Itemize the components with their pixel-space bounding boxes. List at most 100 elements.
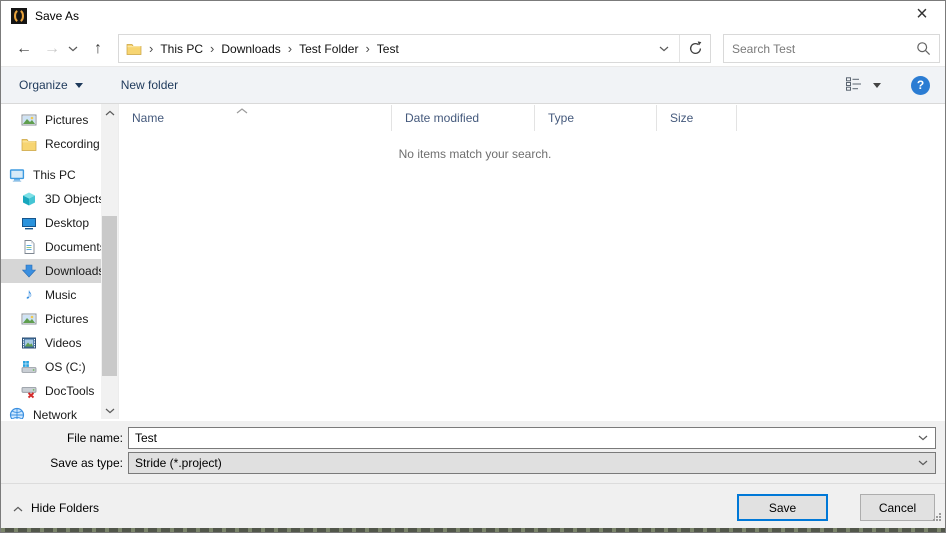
sidebar-item-label: Desktop	[45, 216, 89, 230]
change-view-button[interactable]	[846, 77, 881, 94]
breadcrumb-segment-test-folder[interactable]: Test Folder	[299, 42, 358, 56]
organize-button[interactable]: Organize	[11, 73, 91, 97]
sidebar-item-os-c[interactable]: OS (C:)	[1, 355, 101, 379]
save-as-type-label: Save as type:	[1, 452, 123, 474]
sidebar-item-label: Recording	[45, 137, 100, 151]
chevron-up-icon	[13, 501, 23, 515]
sidebar-item-recording[interactable]: Recording	[1, 132, 101, 156]
refresh-icon[interactable]	[680, 41, 710, 56]
sidebar-item-music[interactable]: ♪ Music	[1, 283, 101, 307]
organize-dropdown-icon	[75, 83, 83, 88]
sidebar-item-label: Pictures	[45, 312, 88, 326]
breadcrumb-separator-icon: ›	[142, 41, 160, 56]
save-as-type-value: Stride (*.project)	[129, 456, 911, 470]
background-app-strip	[1, 528, 945, 532]
hide-folders-button[interactable]: Hide Folders	[13, 501, 99, 515]
up-arrow-icon[interactable]: ↑	[87, 40, 109, 58]
scroll-up-icon[interactable]	[101, 104, 118, 121]
folder-icon	[21, 136, 37, 152]
command-toolbar: Organize New folder ?	[1, 67, 945, 104]
address-dropdown-chevron-icon[interactable]	[649, 46, 679, 52]
breadcrumb-separator-icon: ›	[203, 41, 221, 56]
folder-icon	[126, 42, 142, 56]
sidebar-item-3d-objects[interactable]: 3D Objects	[1, 187, 101, 211]
search-icon[interactable]	[916, 41, 931, 56]
file-name-label: File name:	[1, 427, 123, 449]
close-icon[interactable]: ×	[899, 1, 945, 31]
resize-grip-icon[interactable]	[931, 511, 942, 525]
column-header-type[interactable]: Type	[535, 105, 657, 131]
empty-message: No items match your search.	[119, 147, 831, 161]
column-header-name[interactable]: Name	[119, 105, 392, 131]
breadcrumb-separator-icon: ›	[358, 41, 376, 56]
file-name-input[interactable]	[129, 431, 911, 445]
breadcrumb-segment-this-pc[interactable]: This PC	[160, 42, 203, 56]
download-arrow-icon	[21, 263, 37, 279]
sidebar-item-doctools[interactable]: DocTools	[1, 379, 101, 403]
picture-icon	[21, 112, 37, 128]
sidebar-item-label: DocTools	[45, 384, 94, 398]
sidebar-item-pictures[interactable]: Pictures	[1, 307, 101, 331]
navigation-pane: Pictures Recording This PC 3D Objects Deskto…	[1, 104, 101, 419]
music-note-icon: ♪	[21, 287, 37, 303]
navigation-bar: ← → ↑ ›This PC›Downloads›Test Folder›Tes…	[1, 31, 945, 67]
sidebar-item-label: 3D Objects	[45, 192, 101, 206]
title-bar: Save As ×	[1, 1, 945, 31]
cancel-button[interactable]: Cancel	[860, 494, 935, 521]
help-icon[interactable]: ?	[911, 76, 930, 95]
sidebar-item-label: Pictures	[45, 113, 88, 127]
sidebar-item-label: Downloads	[45, 264, 101, 278]
breadcrumb-separator-icon: ›	[281, 41, 299, 56]
bottom-panel: File name: Save as type: Stride (*.proje…	[1, 421, 945, 532]
network-icon	[9, 407, 25, 419]
recent-locations-chevron-icon[interactable]	[65, 46, 81, 52]
save-as-type-select[interactable]: Stride (*.project)	[128, 452, 936, 474]
sidebar-item-downloads[interactable]: Downloads	[1, 259, 101, 283]
search-input[interactable]	[724, 42, 916, 56]
sidebar-scrollbar[interactable]	[101, 104, 118, 419]
sidebar-item-label: OS (C:)	[45, 360, 86, 374]
file-name-chevron-icon[interactable]	[911, 435, 935, 441]
sidebar-item-label: Documents	[45, 240, 101, 254]
sidebar-item-label: Music	[45, 288, 76, 302]
film-icon	[21, 335, 37, 351]
sidebar-item-desktop[interactable]: Desktop	[1, 211, 101, 235]
cube-icon	[21, 191, 37, 207]
scroll-down-icon[interactable]	[101, 402, 118, 419]
file-name-combo[interactable]	[128, 427, 936, 449]
new-folder-button[interactable]: New folder	[113, 73, 186, 97]
organize-label: Organize	[19, 78, 68, 92]
scrollbar-thumb[interactable]	[102, 216, 117, 376]
sidebar-item-videos[interactable]: Videos	[1, 331, 101, 355]
sidebar-item-label: This PC	[33, 168, 76, 182]
save-button[interactable]: Save	[737, 494, 828, 521]
search-box[interactable]	[723, 34, 940, 63]
column-header-size[interactable]: Size	[657, 105, 737, 131]
sort-ascending-icon	[235, 104, 249, 118]
details-view-icon	[846, 77, 864, 94]
sidebar-item-network[interactable]: Network	[1, 403, 101, 419]
monitor-icon	[9, 167, 25, 183]
hide-folders-label: Hide Folders	[31, 501, 99, 515]
desktop-icon	[21, 215, 37, 231]
save-as-type-chevron-icon[interactable]	[911, 460, 935, 466]
address-bar[interactable]: ›This PC›Downloads›Test Folder›Test	[118, 34, 711, 63]
stride-logo-icon	[11, 8, 27, 24]
document-icon	[21, 239, 37, 255]
forward-arrow-icon: →	[41, 40, 63, 58]
sidebar-item-documents[interactable]: Documents	[1, 235, 101, 259]
back-arrow-icon[interactable]: ←	[13, 40, 35, 58]
sidebar-item-this-pc[interactable]: This PC	[1, 163, 101, 187]
sidebar-item-label: Network	[33, 408, 77, 419]
view-dropdown-icon	[873, 83, 881, 88]
new-folder-label: New folder	[121, 78, 178, 92]
sidebar-item-label: Videos	[45, 336, 81, 350]
drive-error-icon	[21, 383, 37, 399]
breadcrumb: ›This PC›Downloads›Test Folder›Test	[142, 41, 399, 56]
dialog-body: Pictures Recording This PC 3D Objects Deskto…	[1, 104, 945, 419]
column-header-date-modified[interactable]: Date modified	[392, 105, 535, 131]
sidebar-item-pictures[interactable]: Pictures	[1, 108, 101, 132]
breadcrumb-segment-test[interactable]: Test	[377, 42, 399, 56]
breadcrumb-segment-downloads[interactable]: Downloads	[221, 42, 280, 56]
save-as-dialog: Save As × ← → ↑ ›This PC›Downloads›Test …	[0, 0, 946, 533]
